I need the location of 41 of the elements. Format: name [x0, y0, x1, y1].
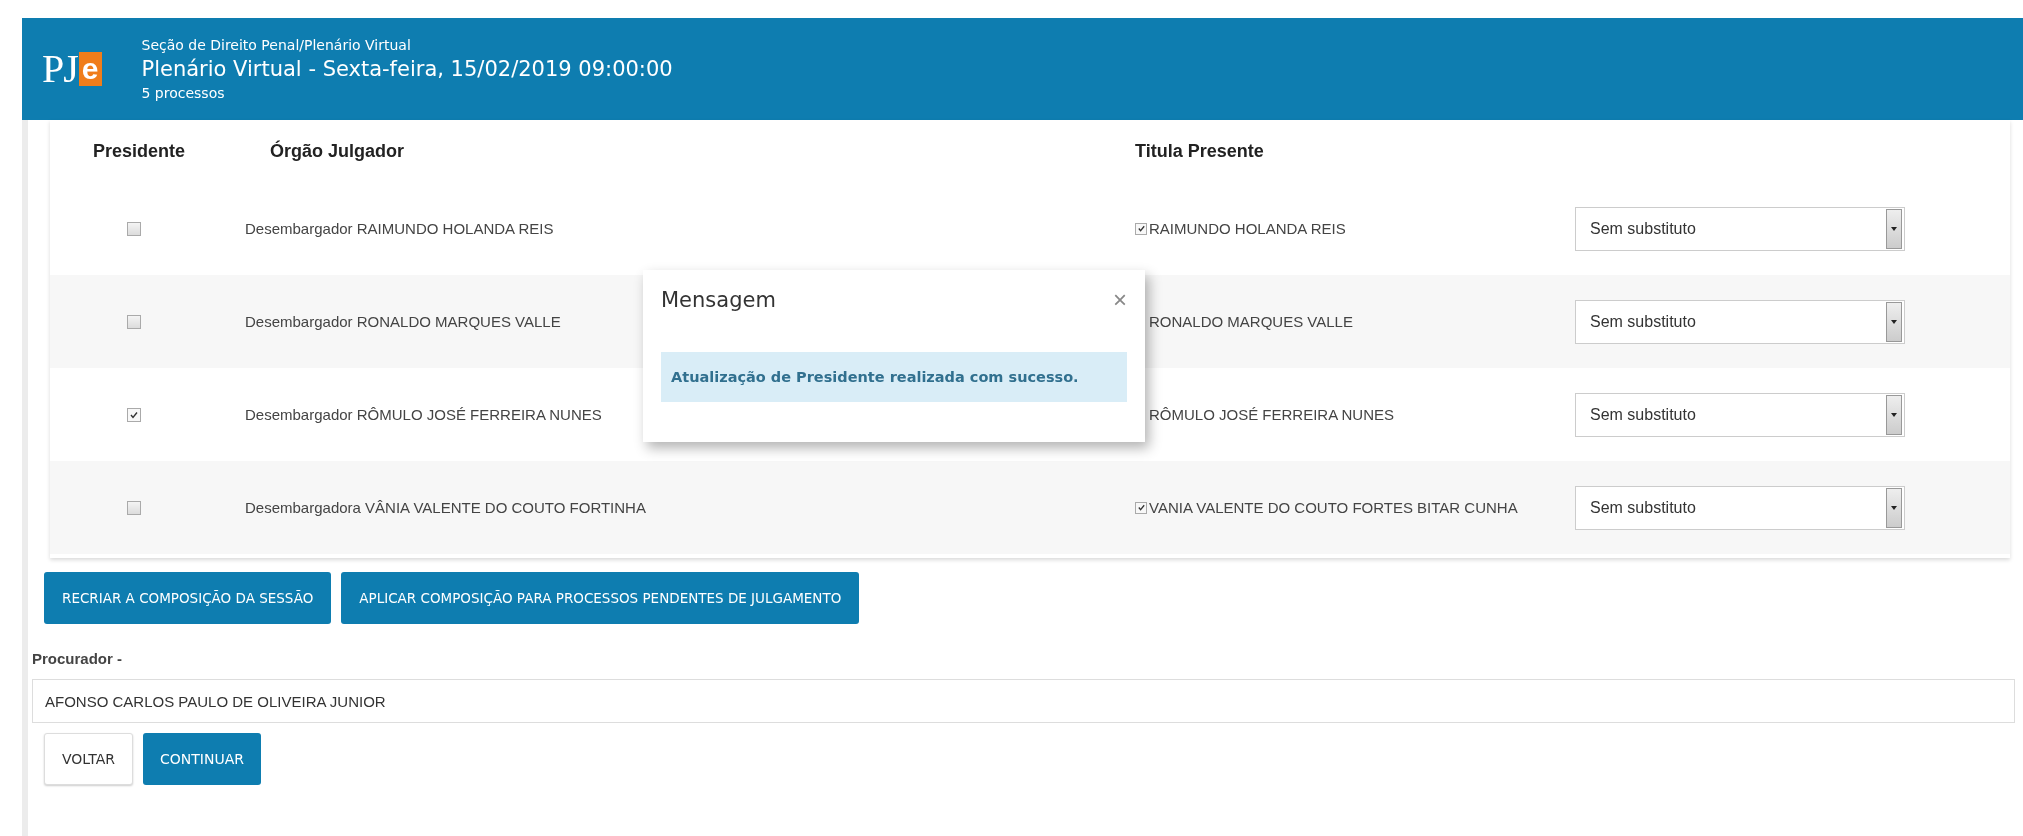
table-cell: Desembargador RÔMULO JOSÉ FERREIRA NUNES — [245, 405, 602, 423]
substitute-select[interactable]: Sem substituto — [1575, 392, 1905, 437]
president-checkbox[interactable] — [127, 314, 141, 329]
president-checkbox[interactable] — [127, 407, 141, 422]
close-button[interactable]: × — [1113, 288, 1127, 312]
procurador-field[interactable]: AFONSO CARLOS PAULO DE OLIVEIRA JUNIOR — [32, 679, 2015, 723]
substitute-select[interactable]: Sem substituto — [1575, 299, 1905, 344]
president-checkbox[interactable] — [127, 221, 141, 236]
success-alert: Atualização de Presidente realizada com sucesso. — [661, 352, 1127, 402]
president-checkbox[interactable] — [127, 500, 141, 515]
table-cell: Desembargador RONALDO MARQUES VALLE — [245, 312, 561, 330]
column-header: Órgão Julgador — [269, 140, 405, 162]
table-cell: RAIMUNDO HOLANDA REIS — [1149, 220, 1346, 237]
column-header: Presidente — [92, 140, 187, 162]
column-header: Titula Presente — [1135, 140, 1265, 162]
dropdown-caret-icon[interactable] — [1886, 487, 1902, 528]
action-button[interactable]: RECRIAR A COMPOSIÇÃO DA SESSÃO — [44, 572, 332, 624]
substitute-select[interactable]: Sem substituto — [1575, 206, 1905, 251]
action-button[interactable]: APLICAR COMPOSIÇÃO PARA PROCESSOS PENDENTES DE JULGAMENTO — [341, 572, 860, 624]
field-label: Procurador - — [32, 650, 123, 667]
table-cell: RONALDO MARQUES VALLE — [1149, 313, 1353, 330]
dropdown-caret-icon[interactable] — [1886, 301, 1902, 342]
section-path: Seção de Direito Penal/Plenário Virtual — [141, 37, 412, 53]
substitute-select[interactable]: Sem substituto — [1575, 485, 1905, 530]
logo: PJe — [42, 49, 102, 89]
dialog-title: Mensagem — [661, 288, 776, 312]
table-cell: VANIA VALENTE DO COUTO FORTES BITAR CUNHA — [1149, 499, 1518, 516]
titular-checkbox[interactable] — [1135, 222, 1147, 235]
table-cell: Desembargador RAIMUNDO HOLANDA REIS — [245, 219, 554, 237]
titular-checkbox[interactable] — [1135, 501, 1147, 514]
check-icon — [1136, 503, 1146, 512]
table-cell: Desembargadora VÂNIA VALENTE DO COUTO FORTINHA — [245, 498, 646, 516]
dropdown-caret-icon[interactable] — [1886, 208, 1902, 249]
check-icon — [1136, 224, 1146, 233]
table-cell: RÔMULO JOSÉ FERREIRA NUNES — [1149, 406, 1395, 423]
footer-button[interactable]: CONTINUAR — [143, 733, 261, 785]
dropdown-caret-icon[interactable] — [1886, 394, 1902, 435]
process-count: 5 processos — [141, 85, 226, 101]
footer-button[interactable]: VOLTAR — [44, 733, 133, 785]
check-icon — [129, 409, 139, 420]
session-title: Plenário Virtual - Sexta-feira, 15/02/2019 09:00:00 — [141, 57, 673, 81]
